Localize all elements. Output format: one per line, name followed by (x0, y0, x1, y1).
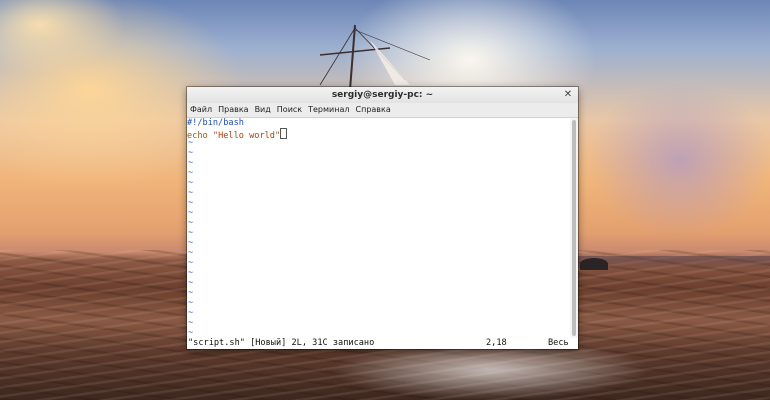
scroll-indicator: Весь (548, 338, 569, 348)
empty-line-marker: ~ (188, 188, 194, 198)
cursor-position: 2,18 (486, 338, 507, 348)
text-cursor (280, 128, 288, 139)
status-message: "script.sh" [Новый] 2L, 31C записано (188, 338, 375, 348)
empty-line-marker: ~ (188, 268, 194, 278)
empty-line-marker: ~ (188, 278, 194, 288)
empty-line-marker: ~ (188, 198, 194, 208)
menubar: Файл Правка Вид Поиск Терминал Справка (187, 103, 578, 118)
close-icon[interactable]: ✕ (562, 89, 574, 101)
empty-line-marker: ~ (188, 318, 194, 328)
empty-line-marker: ~ (188, 218, 194, 228)
vim-statusline: "script.sh" [Новый] 2L, 31C записано 2,1… (187, 338, 578, 349)
editor-line-shebang: #!/bin/bash (187, 118, 244, 128)
scrollbar-thumb[interactable] (572, 120, 576, 336)
editor-line-echo: echo "Hello world" (187, 128, 570, 141)
empty-line-marker: ~ (188, 308, 194, 318)
empty-line-marker: ~ (188, 238, 194, 248)
wallpaper-ship-mast (319, 24, 431, 90)
terminal-window: sergiy@sergiy-pc: ~ ✕ Файл Правка Вид Поиск… (187, 87, 578, 349)
echo-string: "Hello world" (212, 131, 281, 141)
window-titlebar[interactable]: sergiy@sergiy-pc: ~ ✕ (187, 87, 578, 103)
empty-line-marker: ~ (188, 258, 194, 268)
empty-line-marker: ~ (188, 328, 194, 338)
empty-line-marker: ~ (188, 178, 194, 188)
menu-view[interactable]: Вид (252, 103, 274, 117)
empty-line-marker: ~ (188, 168, 194, 178)
menu-help[interactable]: Справка (353, 103, 394, 117)
window-title: sergiy@sergiy-pc: ~ (331, 90, 434, 100)
menu-search[interactable]: Поиск (274, 103, 305, 117)
menu-terminal[interactable]: Терминал (305, 103, 352, 117)
wallpaper-island (580, 258, 608, 270)
empty-line-marker: ~ (188, 288, 194, 298)
empty-line-marker: ~ (188, 148, 194, 158)
menu-edit[interactable]: Правка (215, 103, 251, 117)
scrollbar[interactable] (570, 118, 578, 338)
wallpaper-wave-foam (330, 340, 650, 400)
empty-line-marker: ~ (188, 248, 194, 258)
empty-line-marker: ~ (188, 158, 194, 168)
empty-line-marker: ~ (188, 228, 194, 238)
menu-file[interactable]: Файл (187, 103, 215, 117)
empty-line-marker: ~ (188, 298, 194, 308)
empty-line-marker: ~ (188, 208, 194, 218)
terminal-editor-area[interactable]: #!/bin/bash echo "Hello world" ~ ~ ~ ~ ~ ~ ~ ~ ~… (187, 118, 570, 338)
